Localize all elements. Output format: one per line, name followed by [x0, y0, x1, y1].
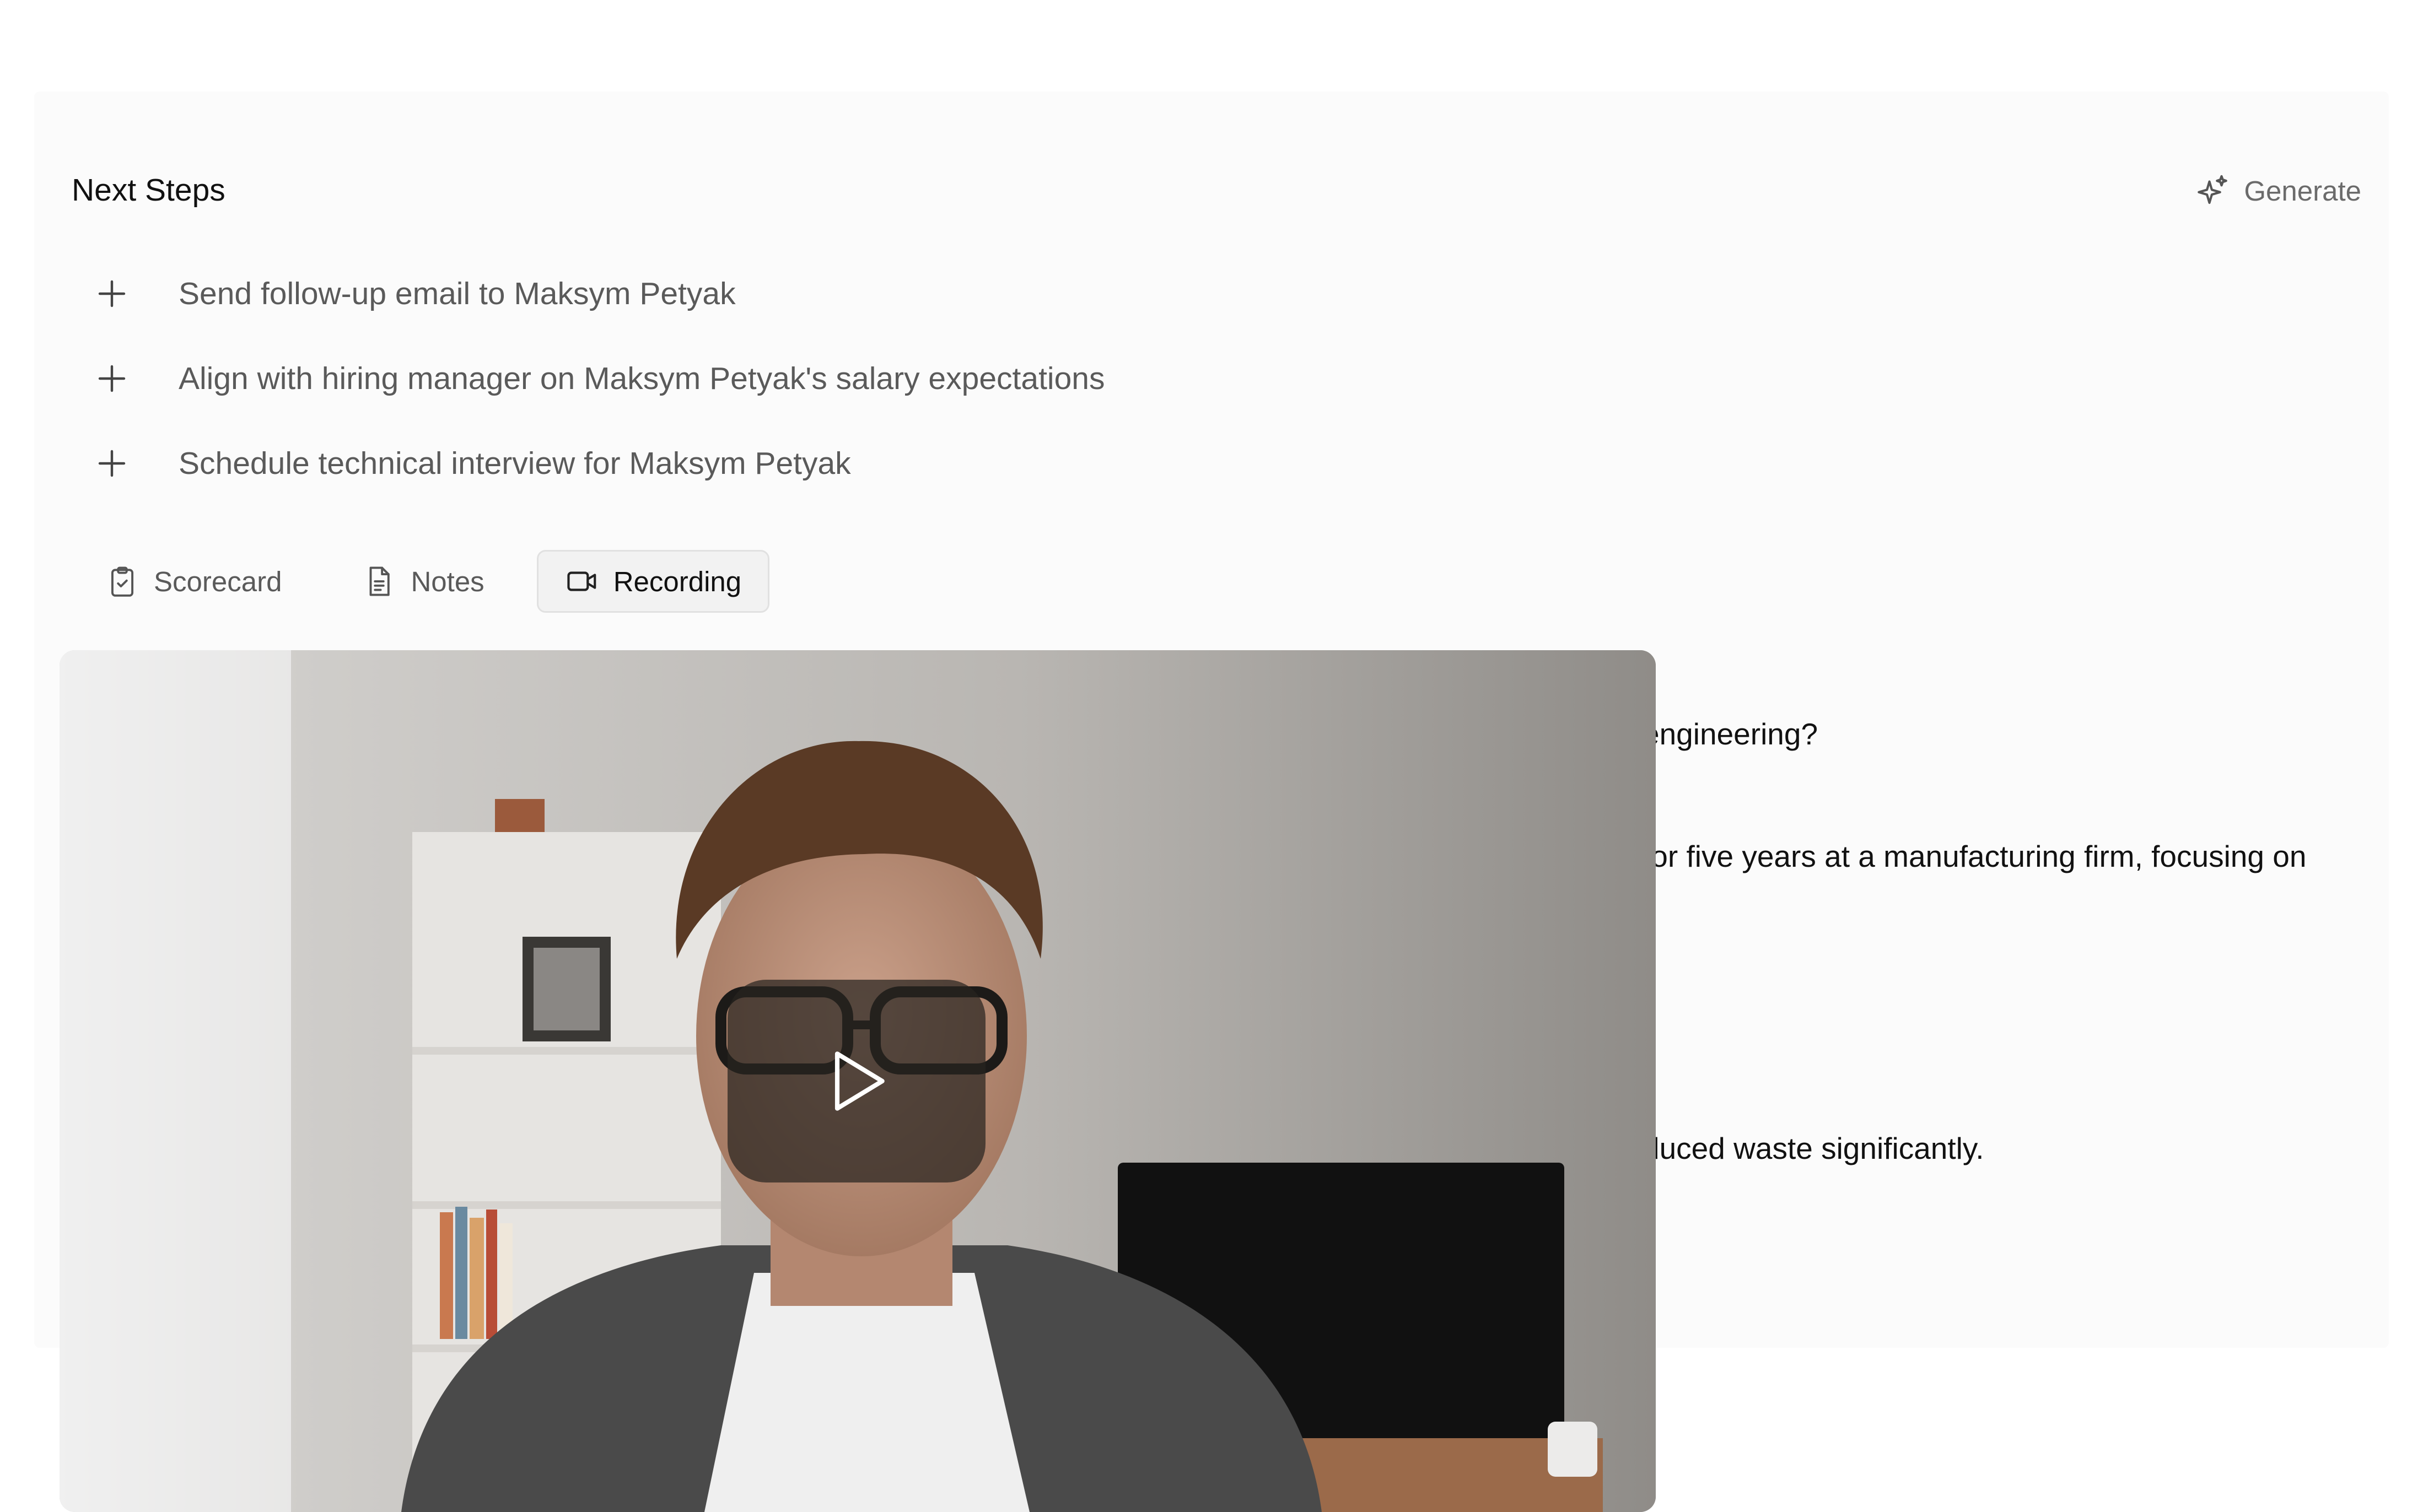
generate-button[interactable]: Generate	[2194, 168, 2361, 214]
tab-label: Scorecard	[154, 565, 282, 597]
transcript-line: engineering?	[1643, 717, 1818, 751]
tab-scorecard[interactable]: Scorecard	[77, 550, 310, 613]
sparkles-icon	[2198, 175, 2228, 204]
play-icon	[834, 1051, 885, 1111]
next-step-item[interactable]: Schedule technical interview for Maksym …	[94, 421, 1105, 506]
tab-label: Recording	[613, 565, 742, 597]
plus-icon	[98, 280, 126, 307]
document-icon	[370, 566, 390, 596]
transcript-line: for five years at a manufacturing firm, …	[1643, 839, 2307, 873]
tab-recording[interactable]: Recording	[536, 550, 770, 613]
tab-bar: Scorecard Notes Recording	[77, 550, 794, 613]
video-camera-icon	[567, 571, 596, 591]
next-step-item[interactable]: Send follow-up email to Maksym Petyak	[94, 251, 1105, 336]
next-step-item[interactable]: Align with hiring manager on Maksym Pety…	[94, 336, 1105, 421]
video-player[interactable]	[60, 650, 1656, 1512]
tab-label: Notes	[411, 565, 484, 597]
next-step-label: Align with hiring manager on Maksym Pety…	[179, 361, 1105, 396]
plus-icon	[98, 365, 126, 392]
next-steps-list: Send follow-up email to Maksym Petyak Al…	[94, 251, 1105, 506]
next-step-label: Send follow-up email to Maksym Petyak	[179, 276, 736, 311]
plus-icon	[98, 450, 126, 477]
transcript-line: duced waste significantly.	[1643, 1131, 1984, 1165]
play-button[interactable]	[728, 980, 986, 1182]
section-title: Next Steps	[72, 172, 225, 208]
generate-label: Generate	[2244, 175, 2361, 207]
tab-notes[interactable]: Notes	[334, 550, 512, 613]
next-step-label: Schedule technical interview for Maksym …	[179, 446, 851, 481]
clipboard-check-icon	[111, 566, 134, 597]
